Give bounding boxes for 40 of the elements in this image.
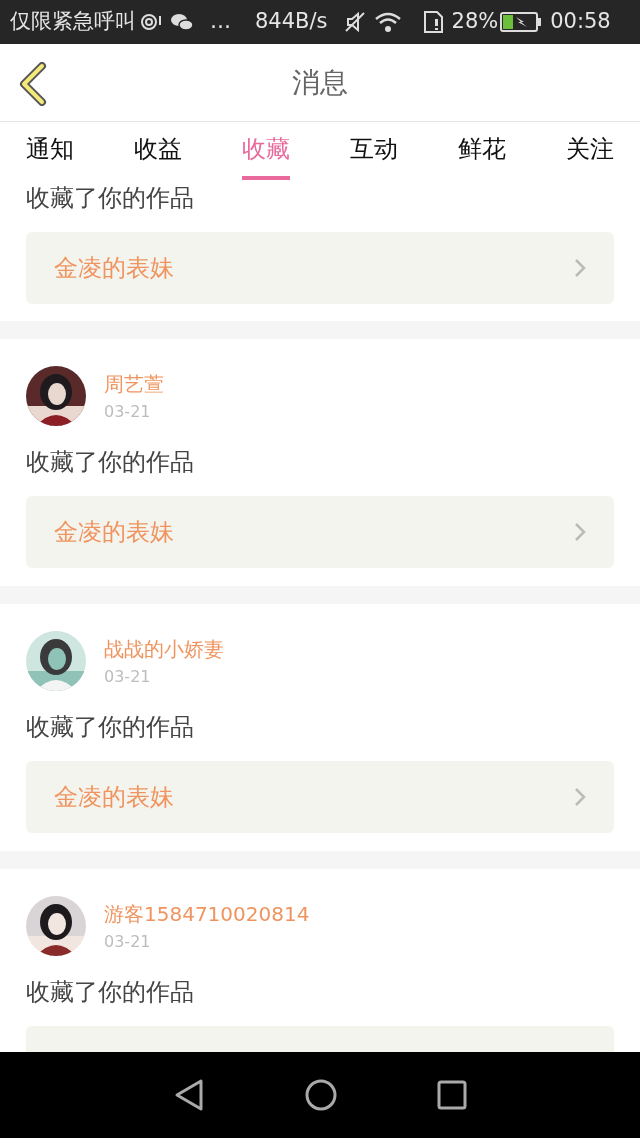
user-name[interactable]: 游客1584710020814 bbox=[104, 900, 310, 928]
page-title: 消息 bbox=[292, 64, 348, 101]
tab[interactable]: 关注 bbox=[566, 122, 614, 180]
chevron-right-icon bbox=[574, 522, 586, 542]
signal-icon bbox=[140, 12, 162, 32]
message-text: 收藏了你的作品 bbox=[26, 713, 195, 741]
user-name[interactable]: 周艺萱 bbox=[104, 370, 164, 398]
tab[interactable]: 通知 bbox=[26, 122, 74, 180]
work-title: 金凌的表妹 bbox=[54, 782, 174, 813]
more-text: … bbox=[210, 8, 231, 36]
work-link[interactable]: 金凌的表妹 bbox=[26, 232, 614, 304]
network-speed: 844B/s bbox=[255, 8, 328, 36]
back-nav-icon[interactable] bbox=[173, 1078, 205, 1112]
back-icon bbox=[18, 62, 48, 106]
chevron-right-icon bbox=[574, 258, 586, 278]
chevron-right-icon bbox=[574, 787, 586, 807]
tab[interactable]: 鲜花 bbox=[458, 122, 506, 180]
mute-icon bbox=[343, 11, 366, 33]
tab[interactable]: 互动 bbox=[350, 122, 398, 180]
message-text: 收藏了你的作品 bbox=[26, 184, 195, 212]
work-link[interactable]: 金凌的表妹 bbox=[26, 496, 614, 568]
message-text: 收藏了你的作品 bbox=[26, 978, 195, 1006]
battery-icon bbox=[500, 11, 543, 33]
message-date: 03-21 bbox=[104, 666, 152, 688]
user-name[interactable]: 战战的小娇妻 bbox=[104, 635, 224, 663]
message-date: 03-21 bbox=[104, 401, 152, 423]
work-title: 金凌的表妹 bbox=[54, 253, 174, 284]
battery-percent: 28% bbox=[451, 8, 499, 36]
message-text: 收藏了你的作品 bbox=[26, 448, 195, 476]
sim-icon bbox=[421, 10, 444, 34]
home-icon[interactable] bbox=[305, 1079, 337, 1111]
chat-icon bbox=[170, 12, 194, 32]
carrier-text: 仅限紧急呼叫 bbox=[10, 8, 136, 36]
clock: 00:58 bbox=[550, 8, 611, 36]
work-title: 金凌的表妹 bbox=[54, 517, 174, 548]
tab[interactable]: 收益 bbox=[134, 122, 182, 180]
wifi-icon bbox=[373, 11, 402, 33]
recents-icon[interactable] bbox=[437, 1080, 467, 1110]
work-link[interactable]: 金凌的表妹 bbox=[26, 761, 614, 833]
message-date: 03-21 bbox=[104, 931, 152, 953]
